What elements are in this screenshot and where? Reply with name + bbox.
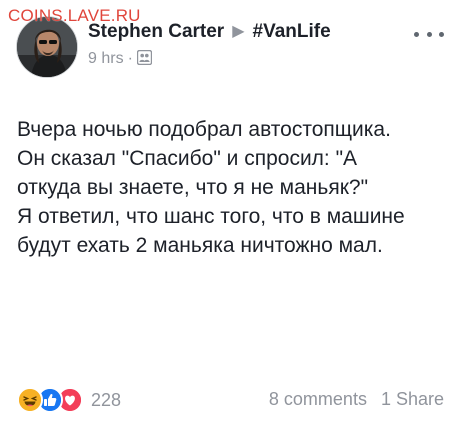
post-text-line: будут ехать 2 маньяка ничтожно мал. <box>17 234 383 257</box>
haha-reaction-icon <box>17 387 43 413</box>
comments-link[interactable]: 8 comments <box>269 389 367 409</box>
group-audience-icon[interactable] <box>136 49 153 70</box>
post-text-line: Я ответил, что шанс того, что в машине <box>17 205 405 228</box>
triangle-right-icon: ▶ <box>232 23 245 40</box>
group-name[interactable]: #VanLife <box>253 21 331 42</box>
post-footer: 228 8 comments 1 Share <box>0 385 460 415</box>
watermark-text: COINS.LAVE.RU <box>8 6 141 25</box>
shares-link[interactable]: 1 Share <box>381 389 444 409</box>
post-meta: 9 hrs · <box>88 49 153 70</box>
post-text-line: Вчера ночью подобрал автостопщика. <box>17 118 391 141</box>
more-options-button[interactable] <box>414 26 444 42</box>
post-text-line: Он сказал "Спасибо" и спросил: "А <box>17 147 358 170</box>
engagement-stats: 8 comments 1 Share <box>269 389 444 410</box>
post-timestamp[interactable]: 9 hrs <box>88 50 124 67</box>
meta-separator: · <box>127 50 133 67</box>
dot-icon <box>414 31 419 37</box>
avatar-photo-icon <box>17 17 77 77</box>
reactions-summary[interactable]: 228 <box>17 387 121 413</box>
dot-icon <box>426 31 432 37</box>
post-body: Вчера ночью подобрал автостопщика. Он ск… <box>17 115 447 260</box>
reaction-count: 228 <box>91 389 122 410</box>
post-text-line: откуда вы знаете, что я не маньяк?" <box>17 176 369 199</box>
post-card: COINS.LAVE.RU Stephen Carter ▶ #VanLife 9 … <box>0 0 460 426</box>
dot-icon <box>439 31 444 37</box>
